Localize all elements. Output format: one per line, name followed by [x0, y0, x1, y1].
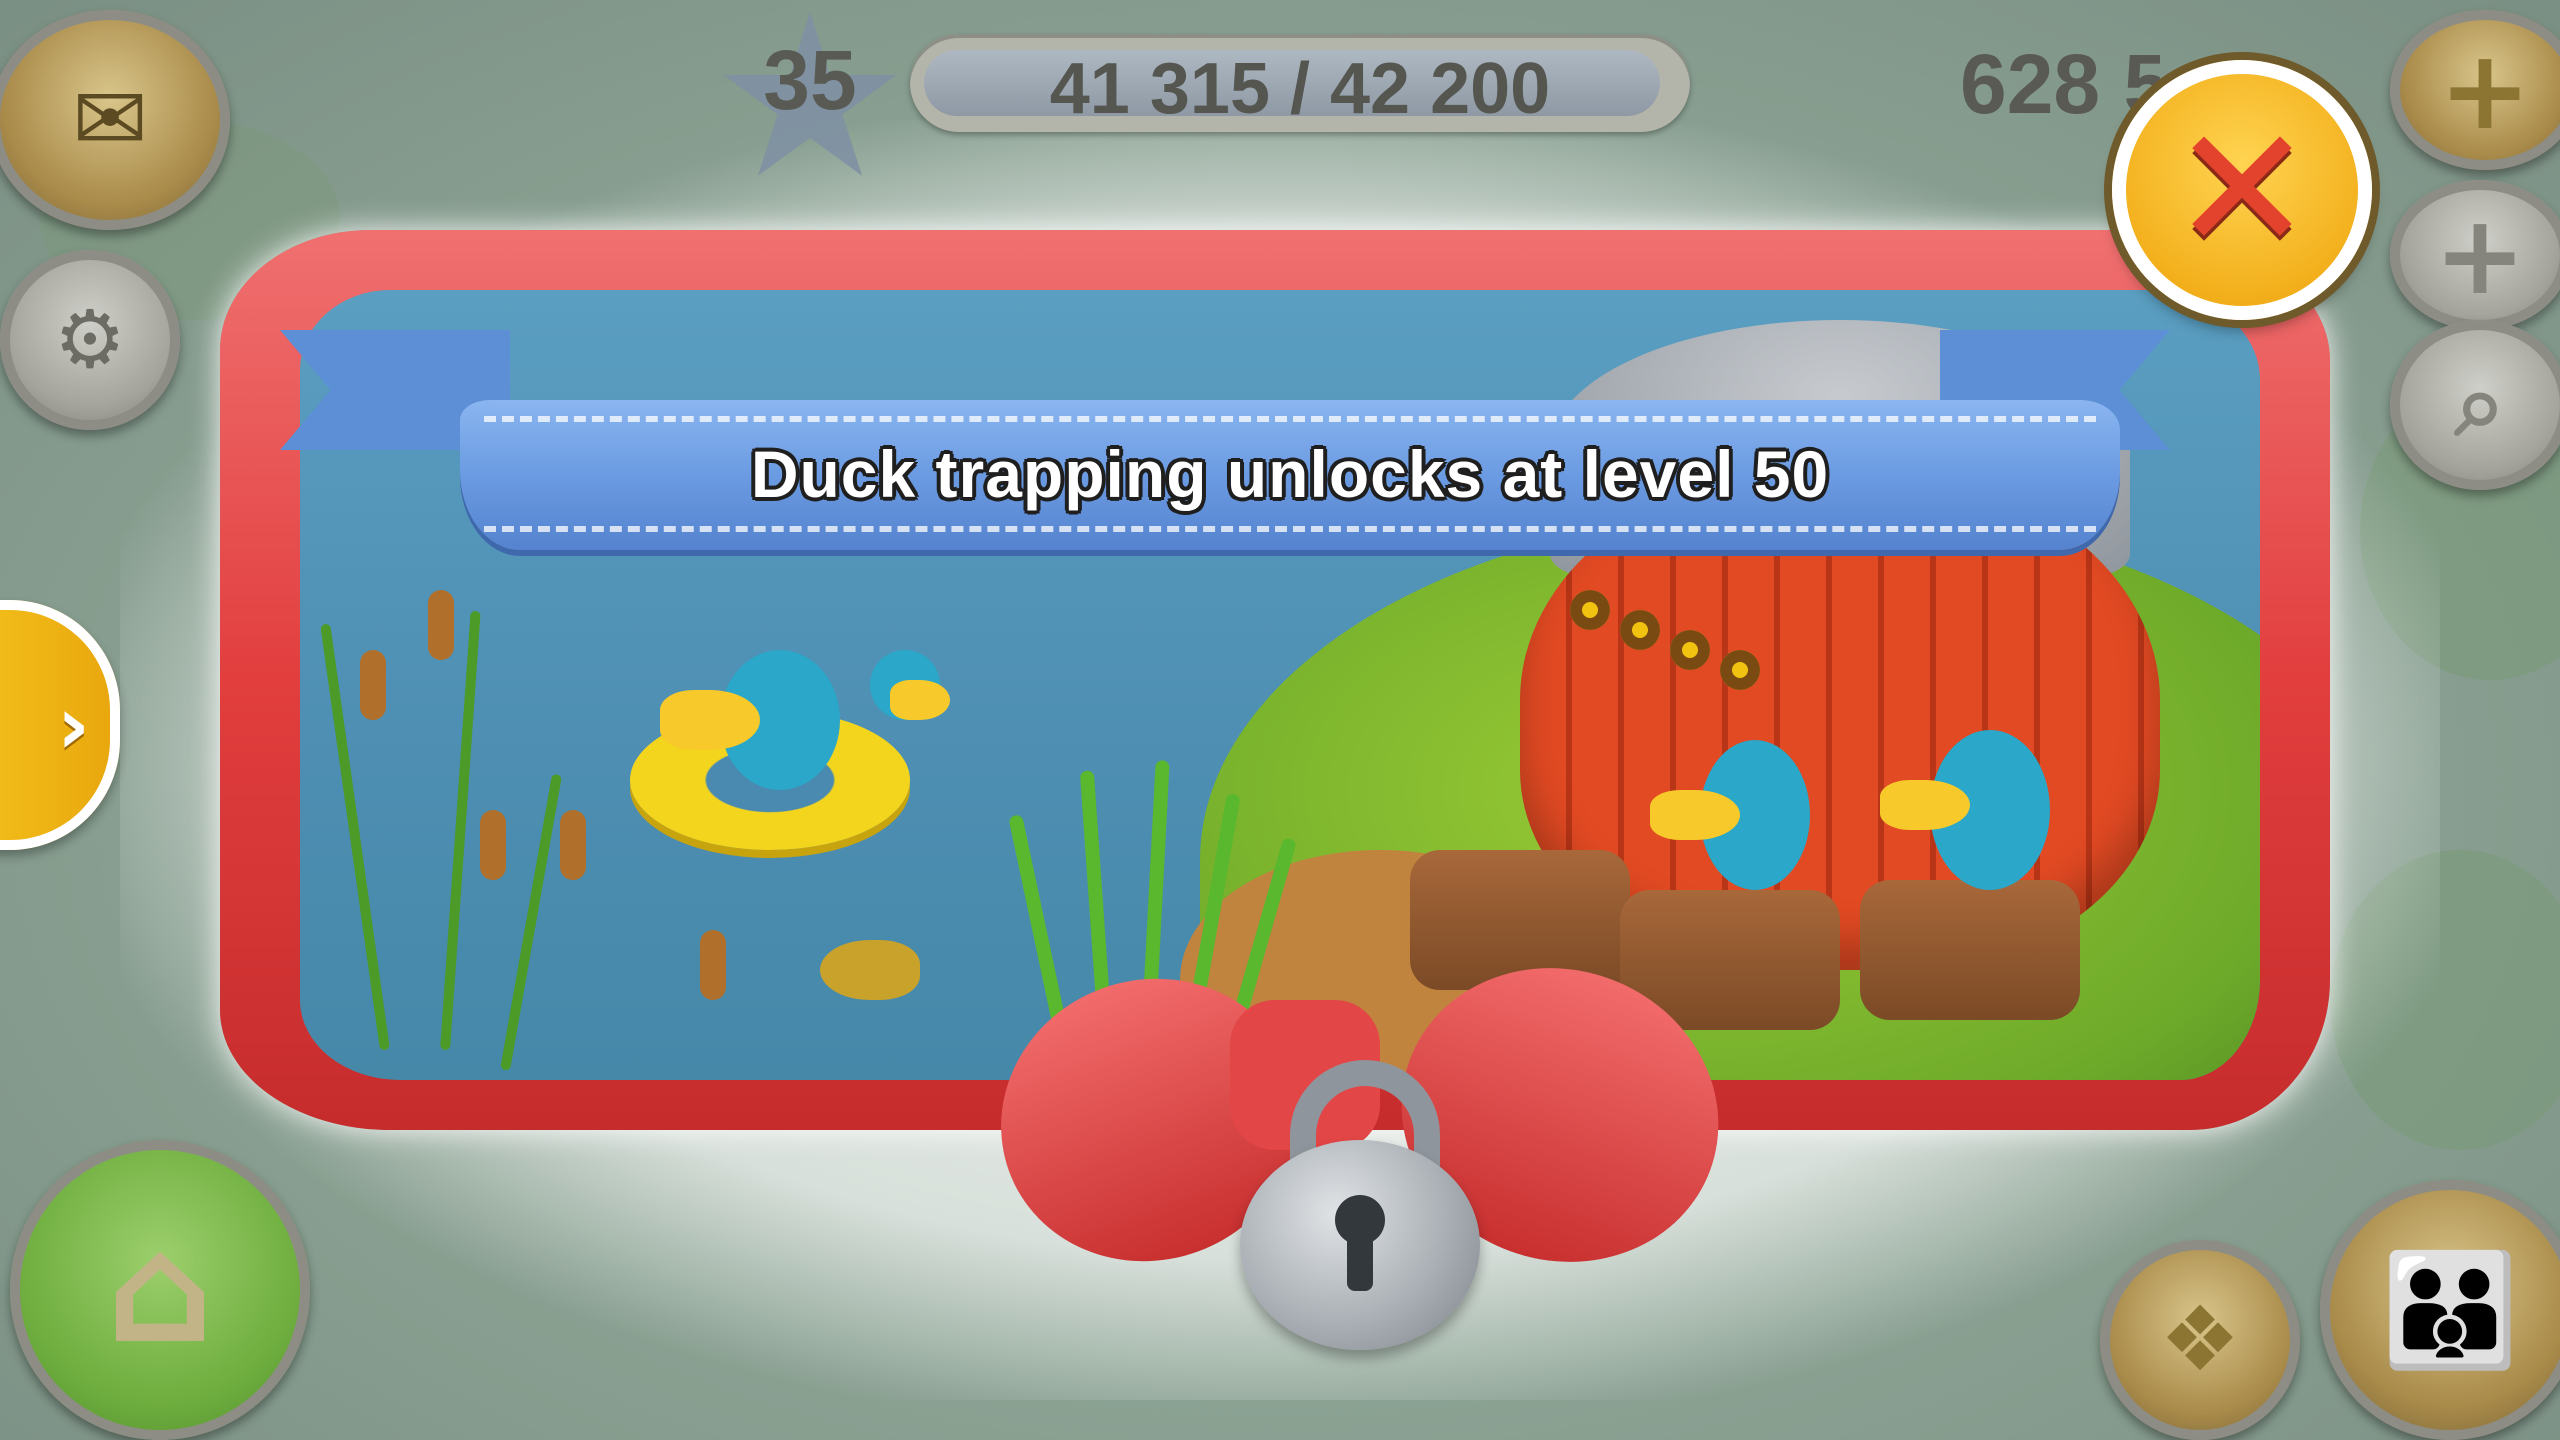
duck-bill	[660, 690, 760, 750]
close-button[interactable]: ✕	[2112, 60, 2372, 320]
level-panel: 35 41 315 / 42 200	[720, 12, 1720, 176]
coin-count: 628 5	[1960, 37, 2160, 131]
close-icon: ✕	[2170, 91, 2314, 289]
xp-text: 41 315 / 42 200	[1049, 49, 1551, 129]
sunflower	[1620, 610, 1660, 650]
reed	[500, 773, 563, 1071]
cattail	[480, 810, 506, 880]
sunflower	[1720, 650, 1760, 690]
add-diamonds-button[interactable]: +	[2390, 180, 2560, 330]
fish	[820, 940, 920, 1000]
unlock-message: Duck trapping unlocks at level 50	[750, 437, 1830, 511]
chevron-right-icon: ›	[57, 678, 90, 772]
duck-bill	[1880, 780, 1970, 830]
plus-icon: +	[2433, 191, 2527, 319]
magnifier-icon: ⌕	[2454, 352, 2506, 457]
cards-button[interactable]: ❖	[2100, 1240, 2300, 1440]
settings-button[interactable]: ⚙	[0, 250, 180, 430]
duckling-bill	[890, 680, 950, 720]
cattail	[560, 810, 586, 880]
mail-button[interactable]: ✉	[0, 10, 230, 230]
home-button[interactable]: ⌂	[10, 1140, 310, 1440]
sunflower	[1670, 630, 1710, 670]
xp-bar: 41 315 / 42 200	[910, 34, 1690, 132]
home-icon: ⌂	[106, 1203, 214, 1377]
people-icon: 👪	[2381, 1246, 2519, 1374]
title-banner: Duck trapping unlocks at level 50	[460, 400, 2120, 550]
level-number: 35	[763, 33, 857, 127]
cards-icon: ❖	[2159, 1287, 2241, 1392]
plus-icon: +	[2438, 26, 2532, 154]
gear-icon: ⚙	[54, 293, 126, 386]
search-button[interactable]: ⌕	[2390, 320, 2560, 490]
pedestal	[1860, 880, 2080, 1020]
duck-bill	[1650, 790, 1740, 840]
cattail	[428, 590, 454, 660]
padlock-icon	[1240, 1140, 1480, 1350]
mail-icon: ✉	[72, 67, 148, 172]
pedestal	[1410, 850, 1630, 990]
cattail	[700, 930, 726, 1000]
cattail	[360, 650, 386, 720]
keyhole	[1335, 1195, 1385, 1291]
reed	[440, 610, 481, 1051]
sunflower	[1570, 590, 1610, 630]
